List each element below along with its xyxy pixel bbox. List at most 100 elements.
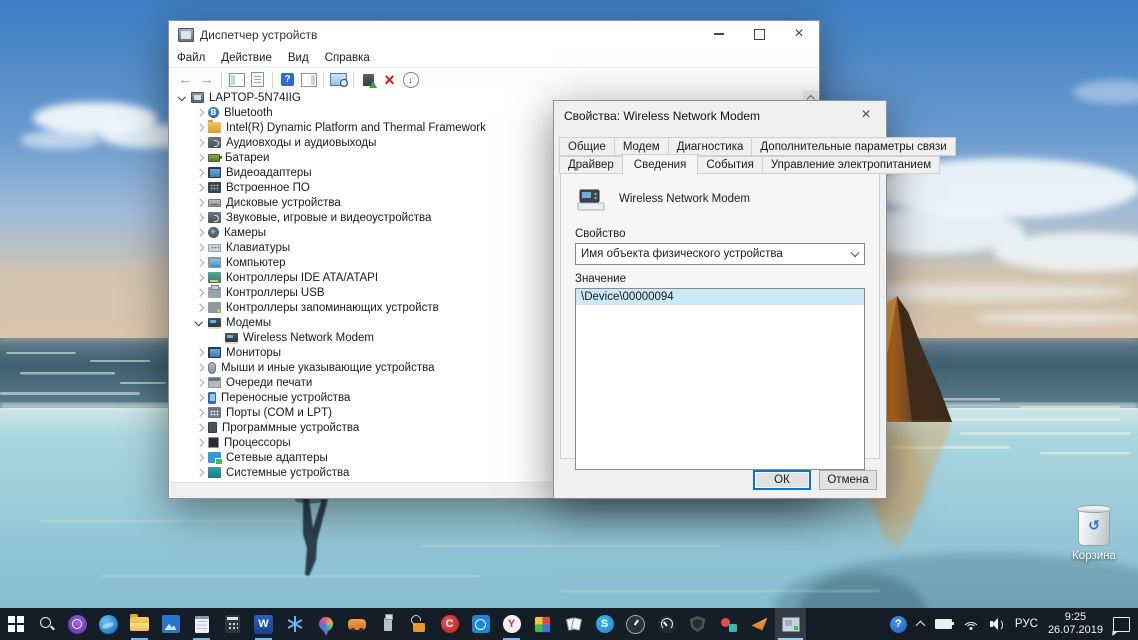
lock-icon [413,623,425,632]
tree-expander-icon[interactable] [193,166,206,179]
tree-expander-icon[interactable] [193,391,206,404]
tree-expander-icon[interactable] [193,151,206,164]
taskbar-icon-word[interactable]: W [248,608,279,640]
scan-hardware-button[interactable] [328,70,349,90]
tree-expander-icon[interactable] [193,286,206,299]
tree-expander-icon[interactable] [193,211,206,224]
tree-expander-icon[interactable] [193,181,206,194]
taskbar-icon-game[interactable] [341,608,372,640]
taskbar-icon-yandex[interactable]: Y [496,608,527,640]
tree-expander-icon[interactable] [193,466,206,479]
taskbar-icon-snowflake[interactable] [279,608,310,640]
tree-expander-icon[interactable] [193,121,206,134]
tree-item-label: Модемы [226,317,271,329]
tree-expander-icon[interactable] [193,256,206,269]
tree-expander-icon[interactable] [193,421,206,434]
taskbar-icon-calculator[interactable] [217,608,248,640]
action-pane-button[interactable] [298,70,319,90]
tree-expander-icon[interactable] [193,136,206,149]
volume-icon[interactable] [990,618,1005,630]
tree-expander-icon[interactable] [193,241,206,254]
value-list-item[interactable]: \Device\00000094 [576,289,864,305]
cancel-button[interactable]: Отмена [819,470,877,490]
recycle-bin[interactable]: ↺ Корзина [1058,508,1130,562]
taskbar-icon-rubik[interactable] [527,608,558,640]
tree-expander-icon[interactable] [193,436,206,449]
maximize-button[interactable] [739,21,779,47]
taskbar-icon-skype[interactable]: S [589,608,620,640]
uninstall-device-button[interactable] [379,70,400,90]
taskbar-icon-cortana[interactable] [62,608,93,640]
back-button[interactable] [175,70,196,90]
taskbar-icon-lock[interactable] [403,608,434,640]
tree-expander-icon[interactable] [193,106,206,119]
help-tray-icon[interactable]: ? [890,616,907,633]
tab-Драйвер[interactable]: Драйвер [559,156,623,175]
tree-expander-icon[interactable] [193,376,206,389]
menu-action[interactable]: Действие [213,50,280,66]
photos-icon [162,615,180,633]
properties-button[interactable] [247,70,268,90]
action-center-icon[interactable] [1113,617,1130,632]
taskbar-icon-edge[interactable] [93,608,124,640]
mouse-icon [208,362,216,374]
menu-file[interactable]: Файл [169,50,213,66]
taskbar-icon-explorer[interactable] [124,608,155,640]
hidden-icons-chevron-icon[interactable] [917,620,925,628]
tree-expander-icon[interactable] [193,451,206,464]
tree-item-label: Компьютер [226,257,286,269]
tree-expander-icon[interactable] [176,91,189,104]
taskbar-icon-maps[interactable] [310,608,341,640]
dialog-close-button[interactable]: × [846,101,886,129]
tree-expander-icon[interactable] [193,406,206,419]
menu-help[interactable]: Справка [317,50,378,66]
taskbar-icon-alarm[interactable] [465,608,496,640]
dialog-titlebar[interactable]: Свойства: Wireless Network Modem × [554,101,886,131]
tree-expander-icon[interactable] [193,271,206,284]
tree-item-label: Дисковые устройства [226,197,341,209]
game-icon [348,619,366,630]
tab-row-front: ДрайверСведенияСобытияУправление электро… [554,156,886,175]
window-title: Диспетчер устройств [200,28,317,42]
ok-button[interactable]: ОК [753,470,811,490]
tree-expander-icon[interactable] [193,226,206,239]
tree-expander-icon[interactable] [193,346,206,359]
taskbar-icon-photos[interactable] [155,608,186,640]
console-window-button[interactable] [226,70,247,90]
language-indicator[interactable]: РУС [1015,618,1038,630]
battery-icon[interactable] [935,619,952,629]
taskbar-icon-clock[interactable] [620,608,651,640]
tree-expander-icon[interactable] [193,316,206,329]
taskbar-icon-device-manager[interactable] [775,608,806,640]
tree-expander-icon[interactable] [193,301,206,314]
tree-expander-icon[interactable] [193,361,206,374]
taskbar-icon-toys[interactable] [713,608,744,640]
device-manager-titlebar[interactable]: Диспетчер устройств × [169,21,819,48]
disable-device-button[interactable] [400,70,421,90]
taskbar-icon-tanks[interactable] [682,608,713,640]
tab-Общие[interactable]: Общие [559,137,615,156]
start-button[interactable] [0,608,31,640]
property-dropdown[interactable]: Имя объекта физического устройства [575,243,865,265]
tab-Управление электропитанием[interactable]: Управление электропитанием [762,156,940,175]
taskbar-icon-usb-drive[interactable] [372,608,403,640]
wifi-icon[interactable] [962,617,980,631]
taskbar-icon-plane[interactable] [744,608,775,640]
taskbar-icon-notepad[interactable] [186,608,217,640]
taskbar-icon-cards[interactable] [558,608,589,640]
close-button[interactable]: × [779,21,819,47]
tree-expander-icon[interactable] [193,196,206,209]
taskbar-icon-gauge[interactable] [651,608,682,640]
device-name: Wireless Network Modem [619,193,750,205]
help-button[interactable] [277,70,298,90]
taskbar-clock[interactable]: 9:25 26.07.2019 [1048,611,1103,637]
forward-button[interactable] [196,70,217,90]
search-button[interactable] [31,608,62,640]
minimize-button[interactable] [699,21,739,47]
taskbar-icon-ccleaner[interactable]: C [434,608,465,640]
tab-Сведения[interactable]: Сведения [622,154,699,176]
tab-События[interactable]: События [697,156,762,175]
update-driver-button[interactable] [358,70,379,90]
tab-Дополнительные параметры связи[interactable]: Дополнительные параметры связи [751,137,955,156]
menu-view[interactable]: Вид [280,50,317,66]
